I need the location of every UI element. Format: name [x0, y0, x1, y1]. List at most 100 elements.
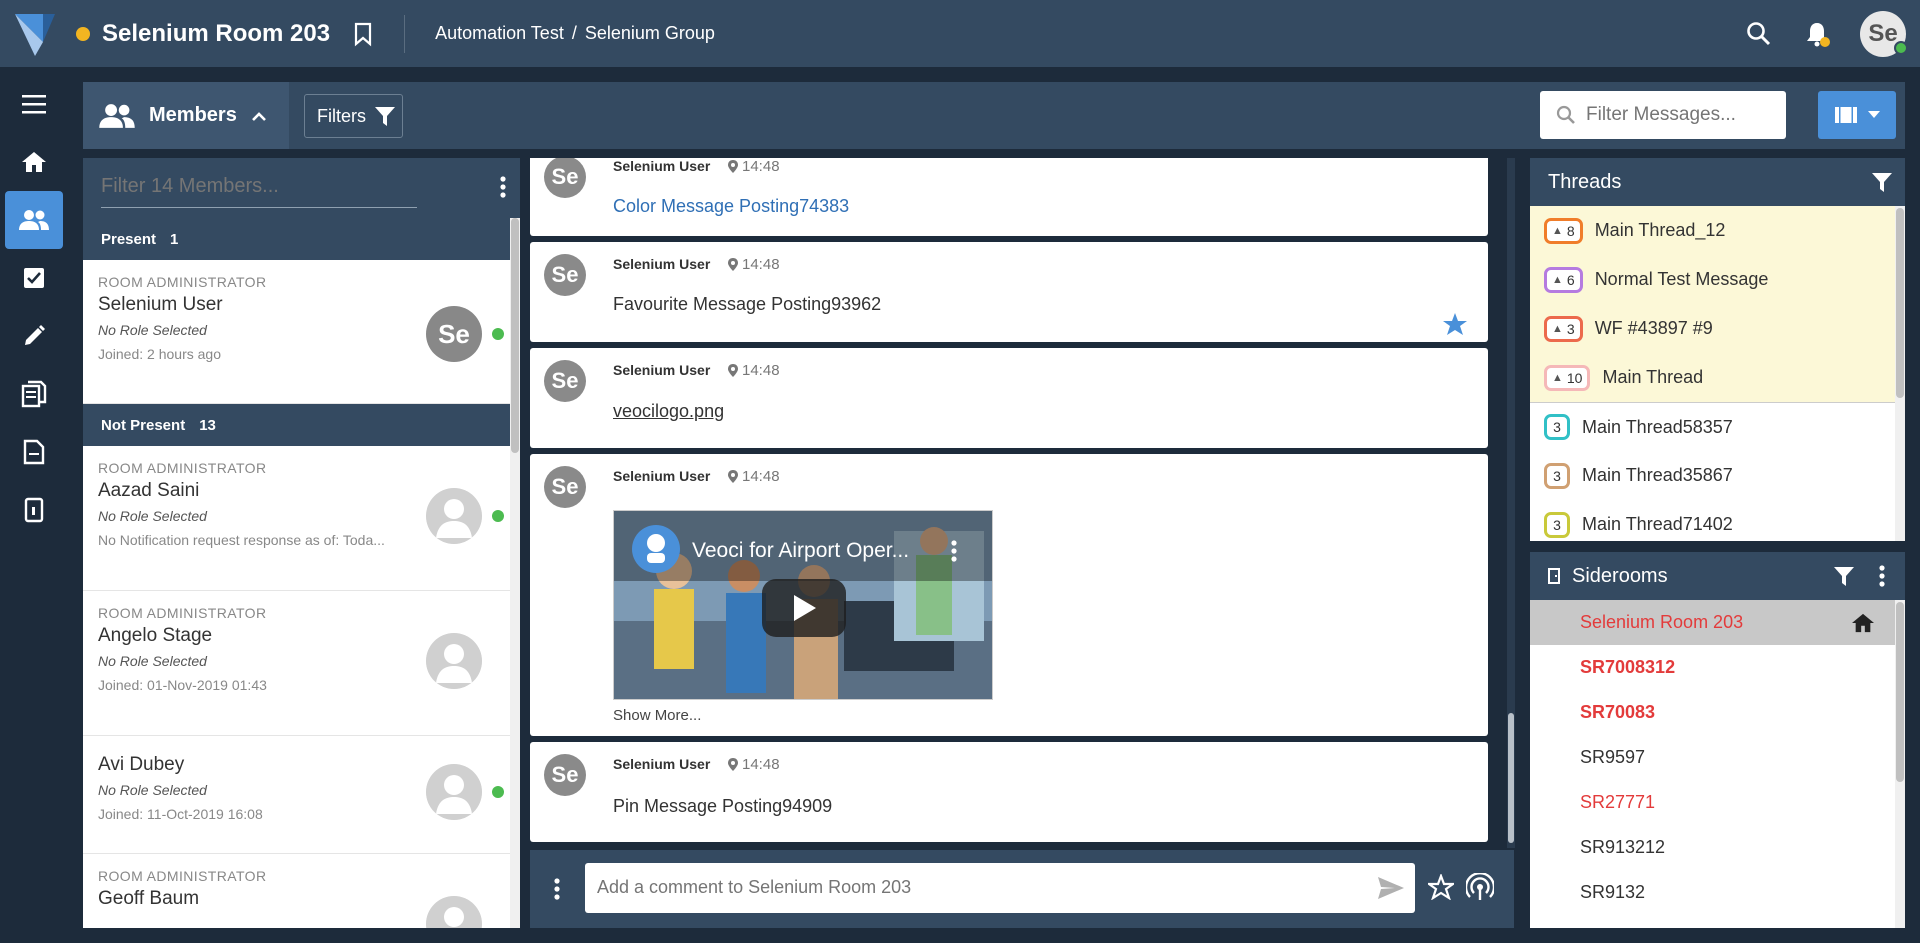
- file-icon[interactable]: [5, 423, 63, 481]
- members-scrollbar[interactable]: [510, 218, 520, 928]
- status-dot: [76, 26, 90, 41]
- avatar-initials: Se: [1868, 19, 1898, 47]
- message-card[interactable]: Se Selenium User 14:48 Veoci for Airport…: [530, 454, 1488, 736]
- home-icon[interactable]: [5, 133, 63, 191]
- message-card[interactable]: Se Selenium User 14:48 Color Message Pos…: [530, 158, 1488, 236]
- user-avatar[interactable]: Se: [1860, 10, 1908, 57]
- selenium-avatar: Se: [544, 466, 586, 508]
- topbar-divider: [404, 14, 406, 53]
- message-card[interactable]: Se Selenium User 14:48 Pin Message Posti…: [530, 742, 1488, 842]
- message-time: 14:48: [727, 256, 780, 273]
- siderooms-scrollbar[interactable]: [1895, 600, 1905, 928]
- documents-icon[interactable]: [5, 365, 63, 423]
- bookmark-icon[interactable]: [352, 21, 374, 47]
- siderooms-title: Siderooms: [1572, 564, 1668, 587]
- comment-input[interactable]: [585, 863, 1345, 911]
- kebab-menu-icon[interactable]: [1879, 565, 1885, 587]
- thread-item[interactable]: 3 Main Thread35867: [1530, 451, 1905, 500]
- filter-messages-field[interactable]: [1540, 91, 1786, 139]
- default-avatar-icon: [426, 764, 482, 820]
- kebab-menu-icon[interactable]: [554, 878, 560, 900]
- member-card[interactable]: ROOM ADMINISTRATOR Aazad Saini No Role S…: [83, 446, 520, 591]
- view-layout-button[interactable]: [1818, 91, 1896, 139]
- members-icon: [99, 103, 135, 128]
- thread-item-pinned[interactable]: ▲ 6 Normal Test Message: [1530, 255, 1905, 304]
- present-group-header[interactable]: Present 1: [83, 218, 520, 260]
- sideroom-name: SR913212: [1580, 837, 1666, 857]
- member-card[interactable]: ROOM ADMINISTRATOR Angelo Stage No Role …: [83, 591, 520, 736]
- sideroom-name: SR9597: [1580, 747, 1646, 767]
- member-role: ROOM ADMINISTRATOR: [98, 460, 267, 476]
- menu-icon[interactable]: [5, 75, 63, 133]
- message-card[interactable]: Se Selenium User 14:48 veocilogo.png: [530, 348, 1488, 448]
- member-card[interactable]: ROOM ADMINISTRATOR Geoff Baum: [83, 854, 520, 928]
- members-nav-icon[interactable]: [5, 191, 63, 249]
- edit-pencil-icon[interactable]: [5, 307, 63, 365]
- message-author: Selenium User: [613, 468, 711, 484]
- members-tab-label: Members: [149, 104, 237, 126]
- notification-bell-icon[interactable]: [1802, 19, 1832, 49]
- sideroom-name: SR7008312: [1580, 657, 1676, 677]
- send-icon[interactable]: [1377, 876, 1405, 900]
- thread-item-pinned[interactable]: ▲ 3 WF #43897 #9: [1530, 304, 1905, 353]
- not-present-group-header[interactable]: Not Present 13: [83, 404, 520, 446]
- present-label: Present: [101, 230, 157, 248]
- sideroom-item[interactable]: SR70083: [1530, 690, 1905, 735]
- sideroom-name: SR9132: [1580, 882, 1646, 902]
- thread-count-badge: 3: [1544, 414, 1570, 440]
- mobile-form-icon[interactable]: [5, 481, 63, 539]
- search-icon[interactable]: [1744, 19, 1774, 49]
- siderooms-header: Siderooms: [1530, 552, 1905, 600]
- member-joined: Joined: 2 hours ago: [98, 346, 221, 362]
- app-logo[interactable]: [13, 12, 57, 56]
- favourite-star-icon[interactable]: [1442, 312, 1468, 336]
- filter-funnel-icon[interactable]: [1871, 171, 1893, 193]
- filters-button[interactable]: Filters: [304, 94, 403, 138]
- thread-item-pinned[interactable]: ▲ 10 Main Thread: [1530, 353, 1905, 402]
- sideroom-item[interactable]: SR9132: [1530, 870, 1905, 915]
- thread-name: Normal Test Message: [1594, 269, 1769, 289]
- comment-field[interactable]: [585, 863, 1415, 913]
- filter-funnel-icon[interactable]: [1833, 565, 1855, 587]
- message-composer: [530, 850, 1514, 928]
- message-card[interactable]: Se Selenium User 14:48 Favourite Message…: [530, 242, 1488, 342]
- room-toolbar: Members Filters: [83, 82, 1905, 149]
- online-indicator: [492, 510, 504, 522]
- thread-item[interactable]: 3 Main Thread58357: [1530, 402, 1905, 451]
- thread-item-pinned[interactable]: ▲ 8 Main Thread_12: [1530, 206, 1905, 255]
- sideroom-item[interactable]: SR913212: [1530, 825, 1905, 870]
- member-card[interactable]: ROOM ADMINISTRATOR Selenium User No Role…: [83, 260, 520, 404]
- attachment-link[interactable]: veocilogo.png: [613, 401, 724, 422]
- thread-item[interactable]: 3 Main Thread71402: [1530, 500, 1905, 541]
- location-pin-icon: [728, 160, 738, 173]
- member-card[interactable]: Avi Dubey No Role Selected Joined: 11-Oc…: [83, 736, 520, 854]
- members-tab[interactable]: Members: [83, 82, 289, 149]
- online-indicator: [1894, 40, 1908, 55]
- thread-count-badge: ▲ 3: [1544, 315, 1583, 342]
- broadcast-icon[interactable]: [1466, 873, 1494, 901]
- threads-scrollbar[interactable]: [1895, 206, 1905, 541]
- show-more-link[interactable]: Show More...: [613, 707, 701, 724]
- present-count: 1: [170, 230, 179, 248]
- thread-count-badge: ▲ 6: [1544, 266, 1583, 293]
- messages-scrollbar[interactable]: [1507, 158, 1515, 848]
- filter-messages-input[interactable]: [1586, 104, 1776, 126]
- breadcrumb-org[interactable]: Automation Test: [435, 23, 564, 44]
- sideroom-item[interactable]: SR7008312: [1530, 645, 1905, 690]
- sideroom-name: Selenium Room 203: [1580, 612, 1744, 632]
- kebab-menu-icon[interactable]: [500, 176, 506, 198]
- video-embed[interactable]: Veoci for Airport Oper...: [613, 510, 993, 700]
- sideroom-item[interactable]: SR27771: [1530, 780, 1905, 825]
- star-outline-icon[interactable]: [1428, 874, 1454, 900]
- thread-count-badge: 3: [1544, 511, 1570, 538]
- online-indicator: [492, 328, 504, 340]
- tasks-icon[interactable]: [5, 249, 63, 307]
- thread-count-badge: ▲ 10: [1544, 364, 1591, 391]
- sideroom-current[interactable]: Selenium Room 203: [1530, 600, 1905, 645]
- location-pin-icon: [728, 470, 738, 483]
- thread-name: Main Thread71402: [1582, 514, 1733, 534]
- members-filter-input[interactable]: [101, 166, 417, 208]
- breadcrumb-group[interactable]: Selenium Group: [585, 23, 715, 44]
- member-joined: No Notification request response as of: …: [98, 532, 385, 548]
- sideroom-item[interactable]: SR9597: [1530, 735, 1905, 780]
